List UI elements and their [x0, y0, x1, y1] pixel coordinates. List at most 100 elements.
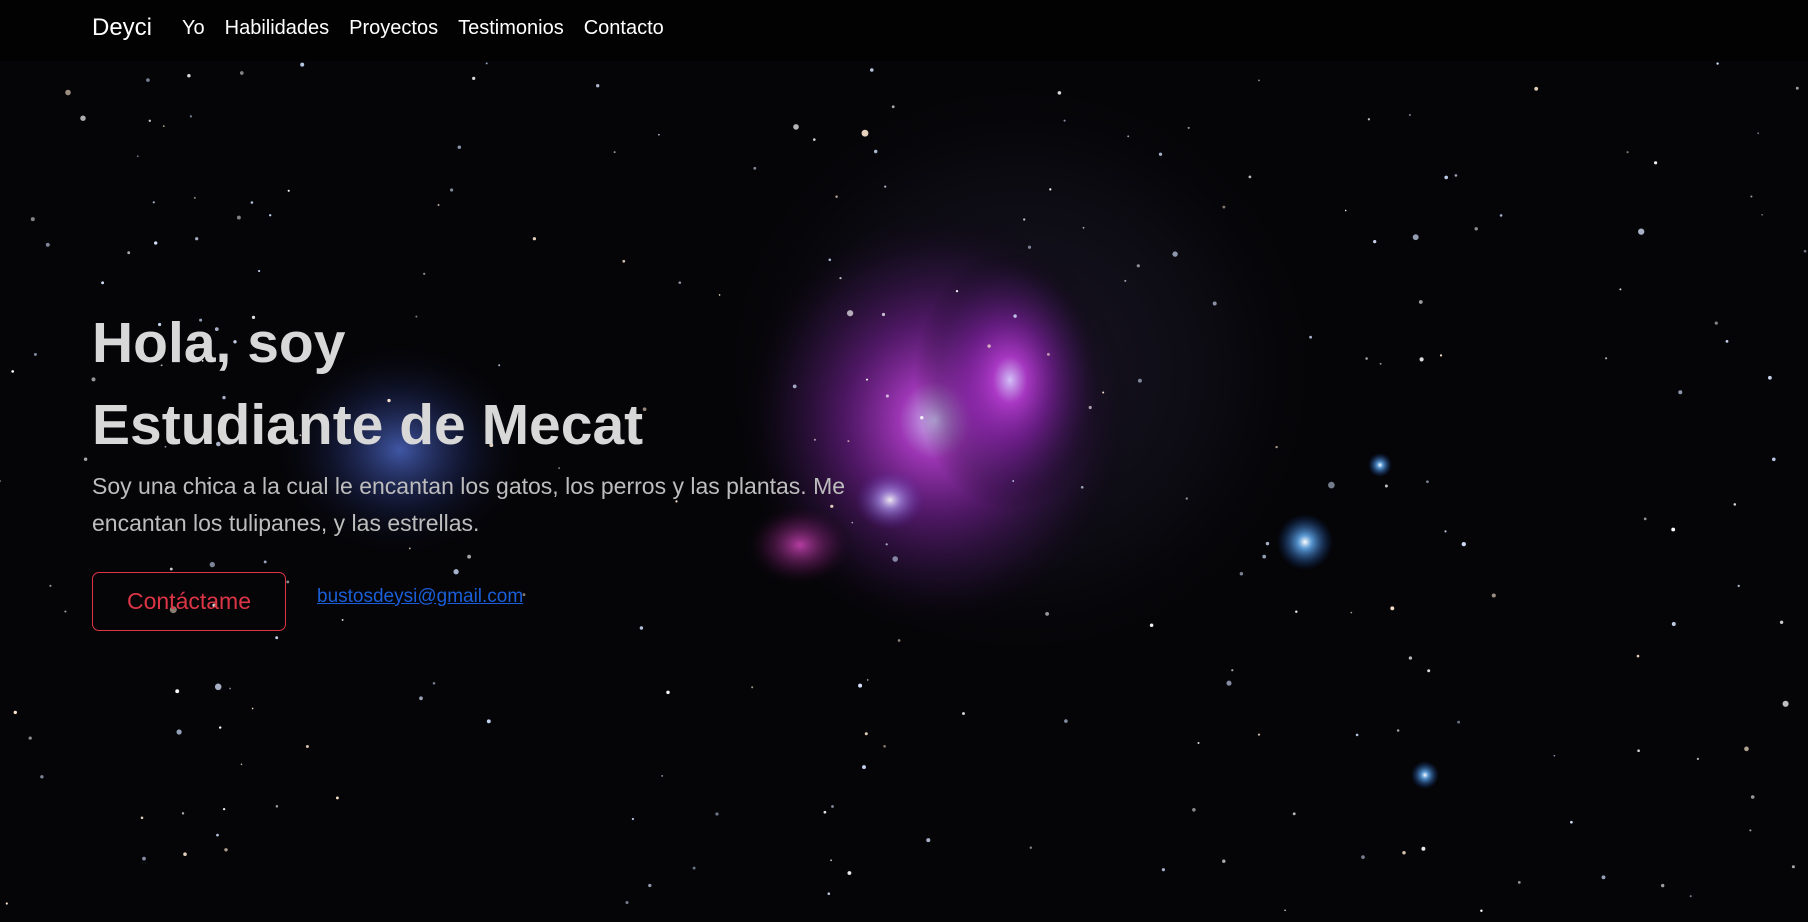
- star: [222, 807, 226, 811]
- contact-button[interactable]: Contáctame: [92, 572, 286, 631]
- star: [827, 892, 831, 895]
- star: [926, 838, 931, 843]
- star: [1063, 119, 1066, 122]
- star: [1779, 620, 1784, 624]
- star: [1696, 757, 1700, 761]
- star: [1046, 352, 1050, 356]
- nav-link-habilidades[interactable]: Habilidades: [225, 17, 330, 40]
- star: [661, 774, 664, 777]
- hero-title: Hola, soy Estudiante de Mecat: [92, 302, 992, 466]
- star: [1480, 909, 1483, 913]
- star: [1161, 868, 1165, 872]
- star: [1402, 850, 1406, 855]
- star: [1222, 205, 1226, 209]
- star: [1124, 279, 1127, 282]
- star: [1638, 228, 1645, 235]
- star: [678, 281, 682, 284]
- star: [1292, 812, 1296, 816]
- star: [884, 185, 887, 188]
- star: [1379, 362, 1382, 365]
- star: [861, 129, 869, 137]
- star: [1626, 151, 1629, 154]
- star: [1373, 239, 1377, 244]
- star: [631, 817, 635, 821]
- star: [1737, 584, 1740, 588]
- star: [1671, 622, 1676, 626]
- nav-link-testimonios[interactable]: Testimonios: [458, 17, 564, 40]
- star: [423, 272, 426, 275]
- star: [1643, 517, 1647, 521]
- star: [1714, 321, 1718, 325]
- star: [1716, 62, 1719, 65]
- star: [101, 281, 105, 285]
- star: [648, 883, 652, 888]
- star: [1653, 161, 1658, 165]
- star: [622, 259, 626, 263]
- star: [189, 115, 192, 118]
- star: [33, 352, 37, 356]
- star: [1027, 245, 1032, 249]
- star: [751, 686, 754, 689]
- star: [1803, 249, 1807, 253]
- star: [229, 687, 231, 690]
- hero-section: Hola, soy Estudiante de Mecat Soy una ch…: [92, 302, 992, 631]
- star: [1534, 86, 1539, 91]
- nav-link-proyectos[interactable]: Proyectos: [349, 17, 438, 40]
- star: [1192, 808, 1196, 812]
- star: [28, 736, 32, 740]
- star: [864, 732, 868, 736]
- star: [193, 196, 196, 199]
- star: [5, 902, 8, 905]
- star: [432, 682, 436, 685]
- star: [1258, 79, 1260, 82]
- star: [1012, 480, 1015, 482]
- star: [1231, 669, 1234, 672]
- star: [1396, 729, 1400, 732]
- star: [1197, 742, 1200, 744]
- brand-link[interactable]: Deyci: [92, 14, 152, 42]
- star: [1661, 883, 1665, 888]
- star: [176, 729, 182, 735]
- top-navbar: Deyci Yo Habilidades Proyectos Testimoni…: [0, 0, 1808, 61]
- star: [154, 241, 158, 245]
- star: [823, 810, 827, 814]
- nav-link-yo[interactable]: Yo: [182, 17, 205, 40]
- star: [962, 712, 965, 715]
- star: [1782, 700, 1789, 707]
- star: [181, 812, 185, 815]
- star: [862, 765, 866, 770]
- star: [80, 115, 86, 121]
- hero-description: Soy una chica a la cual le encantan los …: [92, 473, 846, 536]
- star: [218, 726, 222, 729]
- star: [1427, 669, 1431, 673]
- star: [49, 584, 52, 587]
- star: [437, 204, 440, 206]
- star: [891, 105, 895, 109]
- star: [45, 242, 50, 247]
- star: [214, 683, 222, 691]
- star: [162, 125, 165, 127]
- star: [1023, 218, 1026, 221]
- star: [1257, 733, 1261, 736]
- star: [1570, 820, 1573, 824]
- star: [1080, 485, 1084, 489]
- star: [11, 370, 15, 373]
- star: [1172, 251, 1178, 257]
- star: [1744, 746, 1749, 752]
- star: [897, 639, 901, 642]
- star: [1149, 623, 1154, 627]
- star: [1102, 391, 1105, 394]
- nav-links: Yo Habilidades Proyectos Testimonios Con…: [182, 17, 664, 40]
- star: [1454, 174, 1458, 177]
- star: [1361, 855, 1365, 859]
- star: [40, 775, 44, 779]
- star: [240, 763, 243, 766]
- star: [1408, 113, 1411, 117]
- star: [30, 217, 35, 222]
- star: [625, 900, 629, 905]
- star: [140, 816, 144, 820]
- nav-link-contacto[interactable]: Contacto: [584, 17, 664, 40]
- star: [1439, 354, 1443, 357]
- star: [1013, 314, 1017, 318]
- email-link[interactable]: bustosdeysi@gmail.com: [317, 586, 523, 608]
